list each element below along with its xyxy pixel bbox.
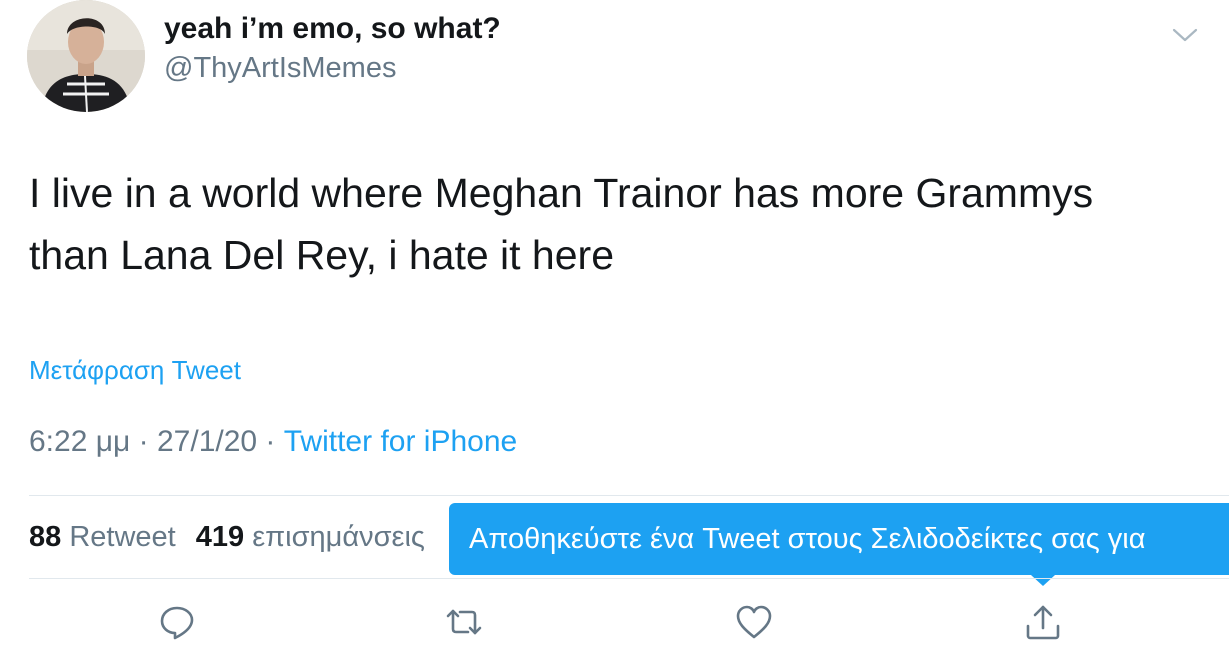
tweet-stats: 88 Retweet 419 επισημάνσεις — [29, 521, 425, 554]
heart-icon — [736, 605, 772, 639]
divider — [29, 578, 1229, 579]
tooltip-pointer — [1031, 575, 1055, 586]
tweet-date: 27/1/20 — [156, 425, 258, 458]
tweet-text-line-1: I live in a world where Meghan Trainor h… — [29, 170, 1094, 216]
tweet-text: I live in a world where Meghan Trainor h… — [29, 162, 1209, 286]
tweet-time: 6:22 μμ — [29, 425, 131, 458]
meta-separator: · — [138, 425, 149, 458]
likes-stat[interactable]: 419 επισημάνσεις — [196, 521, 425, 553]
translate-tweet-link[interactable]: Μετάφραση Tweet — [29, 355, 241, 386]
display-name[interactable]: yeah i’m emo, so what? — [164, 12, 501, 46]
retweets-stat[interactable]: 88 Retweet — [29, 521, 176, 553]
reply-icon — [160, 606, 194, 640]
reply-button[interactable] — [157, 602, 197, 642]
tweet-meta: 6:22 μμ · 27/1/20 · Twitter for iPhone — [29, 425, 517, 459]
likes-label: επισημάνσεις — [252, 521, 425, 553]
like-button[interactable] — [734, 602, 774, 642]
likes-count: 419 — [195, 521, 245, 553]
avatar-photo — [27, 0, 145, 112]
meta-separator: · — [265, 425, 276, 458]
more-options-button[interactable] — [1170, 22, 1200, 48]
tweet-text-line-2: than Lana Del Rey, i hate it here — [29, 232, 614, 278]
share-button[interactable] — [1023, 602, 1063, 642]
retweets-label: Retweet — [69, 521, 176, 553]
chevron-down-icon — [1172, 28, 1198, 42]
retweet-icon — [446, 609, 482, 635]
avatar[interactable] — [27, 0, 145, 112]
user-handle[interactable]: @ThyArtIsMemes — [164, 52, 396, 85]
share-icon — [1026, 605, 1060, 640]
divider — [29, 495, 1229, 496]
retweets-count: 88 — [29, 521, 62, 553]
retweet-button[interactable] — [444, 602, 484, 642]
tweet-source-link[interactable]: Twitter for iPhone — [284, 425, 517, 458]
bookmark-tooltip[interactable]: Αποθηκεύστε ένα Tweet στους Σελιδοδείκτε… — [449, 503, 1229, 575]
